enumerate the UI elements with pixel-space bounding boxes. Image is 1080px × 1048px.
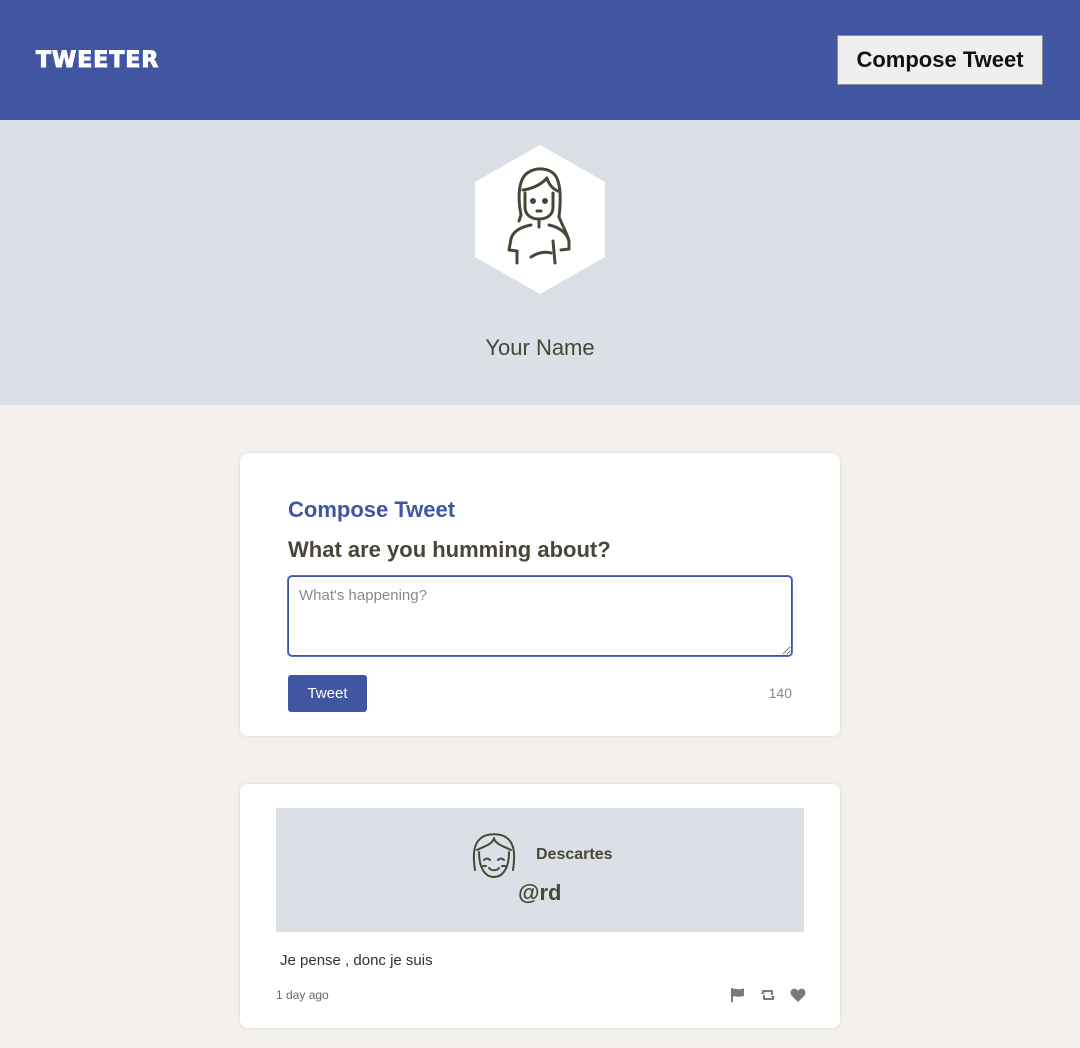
tweet-text: Je pense , donc je suis — [280, 952, 433, 969]
smiling-face-avatar-icon — [472, 833, 516, 878]
tweet-header: Descartes @rd — [276, 808, 804, 932]
tweet-submit-button[interactable]: Tweet — [288, 675, 367, 712]
woman-avatar-icon — [475, 145, 605, 294]
profile-name: Your Name — [485, 335, 595, 360]
tweet-author-name: Descartes — [536, 846, 613, 863]
compose-question: What are you humming about? — [288, 537, 611, 562]
heart-icon[interactable] — [790, 987, 806, 1003]
retweet-icon[interactable] — [760, 987, 776, 1003]
compose-tweet-card: Compose Tweet What are you humming about… — [240, 453, 840, 736]
tweet-author-handle: @rd — [518, 880, 562, 905]
tweet-timestamp: 1 day ago — [276, 988, 329, 1002]
profile-header: Your Name — [0, 120, 1080, 405]
compose-title: Compose Tweet — [288, 497, 456, 522]
navbar: TWEETER Compose Tweet — [0, 0, 1080, 120]
brand-logo[interactable]: TWEETER — [35, 47, 159, 73]
tweet-actions — [730, 987, 806, 1003]
flag-icon[interactable] — [730, 987, 746, 1003]
tweet-card: Descartes @rd Je pense , donc je suis 1 … — [240, 784, 840, 1028]
character-counter: 140 — [768, 685, 792, 701]
tweet-input[interactable] — [288, 576, 792, 656]
compose-tweet-button[interactable]: Compose Tweet — [837, 35, 1043, 85]
